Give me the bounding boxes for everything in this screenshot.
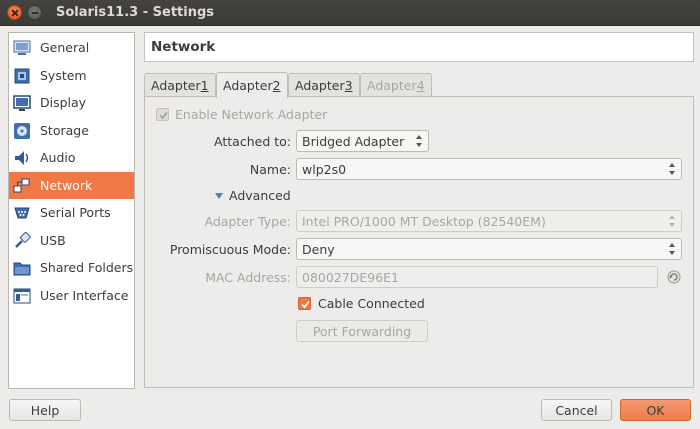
sidebar-item-usb[interactable]: USB — [9, 227, 134, 254]
sidebar-item-label: System — [40, 68, 87, 83]
sidebar-item-label: General — [40, 40, 90, 55]
sidebar-item-user-interface[interactable]: User Interface — [9, 282, 134, 309]
tab-number: 2 — [272, 78, 281, 93]
tab-number: 4 — [416, 78, 425, 93]
sidebar-item-label: Shared Folders — [40, 260, 134, 275]
tab-label: Adapter — [151, 78, 201, 93]
sidebar-item-label: Serial Ports — [40, 205, 111, 220]
mac-address-value: 080027DE96E1 — [302, 269, 399, 285]
name-label: Name: — [249, 162, 291, 177]
expand-triangle-icon — [215, 192, 223, 199]
audio-icon — [12, 148, 32, 168]
tab-adapter-2[interactable]: Adapter 2 — [216, 72, 288, 98]
advanced-toggle[interactable]: Advanced — [215, 188, 291, 203]
sidebar-item-serial-ports[interactable]: Serial Ports — [9, 199, 134, 226]
display-icon — [12, 93, 32, 113]
window-title: Solaris11.3 - Settings — [56, 5, 215, 20]
tab-adapter-1[interactable]: Adapter 1 — [144, 73, 216, 97]
enable-adapter-label: Enable Network Adapter — [175, 107, 328, 122]
sidebar-item-system[interactable]: System — [9, 62, 134, 89]
cable-connected-checkbox[interactable] — [298, 297, 311, 310]
window-close-button[interactable] — [7, 5, 22, 20]
attached-to-value: Bridged Adapter — [302, 133, 405, 149]
port-forwarding-button[interactable]: Port Forwarding — [296, 320, 428, 342]
port-forwarding-label: Port Forwarding — [312, 323, 412, 339]
sidebar-item-label: Storage — [40, 123, 89, 138]
help-button[interactable]: Help — [9, 399, 81, 421]
sidebar-item-network[interactable]: Network — [9, 172, 134, 199]
shared-folders-icon — [12, 258, 32, 278]
serial-ports-icon — [12, 203, 32, 223]
usb-icon — [12, 231, 32, 251]
tab-adapter-3[interactable]: Adapter 3 — [288, 73, 360, 97]
select-arrows-icon — [669, 243, 675, 255]
user-interface-icon — [12, 286, 32, 306]
ok-button[interactable]: OK — [620, 399, 691, 421]
select-arrows-icon — [669, 163, 675, 175]
tab-number: 3 — [344, 78, 353, 93]
attached-to-select[interactable]: Bridged Adapter — [296, 130, 429, 152]
window-minimize-button[interactable] — [27, 5, 42, 20]
attached-to-label: Attached to: — [214, 134, 291, 149]
title-bar: Solaris11.3 - Settings — [0, 0, 700, 26]
mac-address-field[interactable]: 080027DE96E1 — [296, 266, 658, 288]
sidebar-item-label: Network — [40, 178, 93, 193]
adapter-type-label: Adapter Type: — [204, 214, 292, 229]
adapter-type-select[interactable]: Intel PRO/1000 MT Desktop (82540EM) — [296, 210, 682, 232]
help-label: Help — [30, 402, 60, 418]
cancel-label: Cancel — [555, 402, 598, 418]
tab-label: Adapter — [223, 78, 273, 93]
select-arrows-icon — [669, 215, 675, 227]
promiscuous-mode-value: Deny — [302, 241, 335, 257]
tab-label: Adapter — [367, 78, 417, 93]
sidebar-item-general[interactable]: General — [9, 34, 134, 61]
sidebar-item-audio[interactable]: Audio — [9, 144, 134, 171]
ok-label: OK — [646, 402, 665, 418]
sidebar-item-label: User Interface — [40, 288, 129, 303]
refresh-mac-icon[interactable] — [666, 269, 682, 285]
select-arrows-icon — [416, 135, 422, 147]
cable-connected-label: Cable Connected — [318, 296, 425, 311]
sidebar-item-storage[interactable]: Storage — [9, 117, 134, 144]
sidebar-item-shared-folders[interactable]: Shared Folders — [9, 254, 134, 281]
storage-icon — [12, 121, 32, 141]
name-select[interactable]: wlp2s0 — [296, 158, 682, 180]
mac-address-label: MAC Address: — [205, 270, 291, 285]
tab-adapter-4[interactable]: Adapter 4 — [360, 73, 432, 97]
sidebar-item-label: USB — [40, 233, 66, 248]
system-icon — [12, 66, 32, 86]
tab-label: Adapter — [295, 78, 345, 93]
settings-sidebar: General System Display Storage Audio Net… — [8, 32, 135, 389]
general-icon — [12, 38, 32, 58]
sidebar-item-display[interactable]: Display — [9, 89, 134, 116]
promiscuous-mode-select[interactable]: Deny — [296, 238, 682, 260]
sidebar-item-label: Display — [40, 95, 87, 110]
page-title: Network — [151, 39, 216, 55]
adapter-type-value: Intel PRO/1000 MT Desktop (82540EM) — [302, 213, 546, 229]
sidebar-item-label: Audio — [40, 150, 76, 165]
tab-number: 1 — [200, 78, 209, 93]
cancel-button[interactable]: Cancel — [541, 399, 612, 421]
enable-adapter-checkbox[interactable] — [156, 108, 169, 121]
advanced-label: Advanced — [229, 188, 291, 203]
name-value: wlp2s0 — [302, 161, 347, 177]
page-header: Network — [144, 32, 694, 62]
promiscuous-mode-label: Promiscuous Mode: — [169, 242, 291, 257]
network-icon — [12, 176, 32, 196]
